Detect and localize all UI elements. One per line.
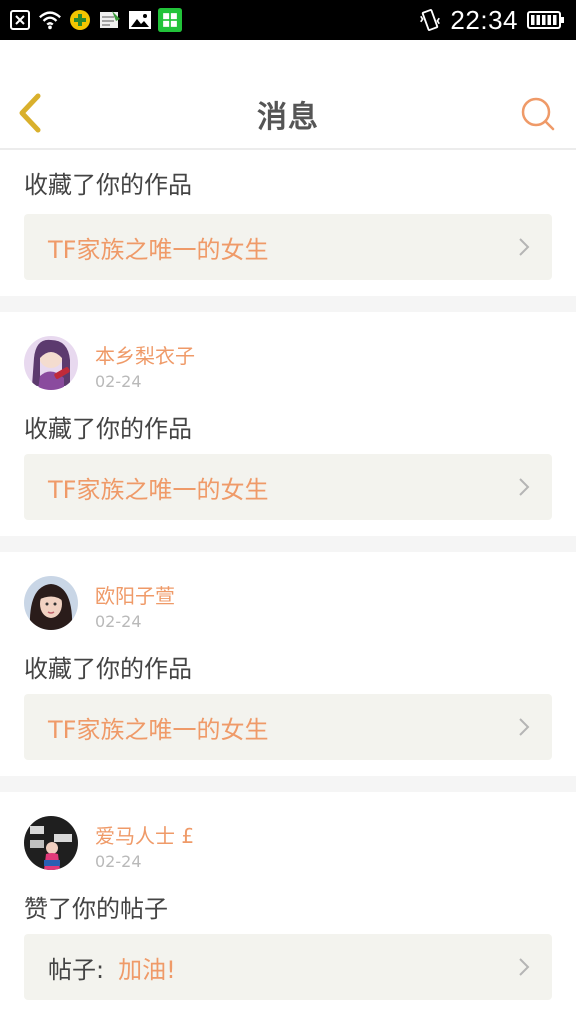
avatar[interactable]: [24, 816, 78, 870]
message-action: 赞了你的帖子: [24, 895, 168, 923]
chevron-right-icon: [519, 478, 530, 496]
battery-icon: [526, 8, 566, 32]
work-card[interactable]: TF家族之唯一的女生: [24, 214, 552, 280]
message-action: 收藏了你的作品: [24, 415, 192, 443]
separator: [0, 776, 576, 792]
message-user-row: 欧阳子萱 02-24: [0, 552, 576, 644]
plus-badge-icon: [68, 8, 92, 32]
post-title: 加油!: [118, 955, 176, 984]
search-icon: [521, 97, 555, 131]
grid-app-icon: [158, 8, 182, 32]
post-prefix-label: 帖子:: [48, 955, 105, 984]
message-date: 02-24: [95, 372, 142, 391]
avatar[interactable]: [24, 336, 78, 390]
message-user-row: 本乡梨衣子 02-24: [0, 312, 576, 404]
status-bar-system: 22:34: [418, 4, 566, 36]
message-list: 收藏了你的作品 TF家族之唯一的女生 本乡梨衣子 02-24 收藏了你的作品 T…: [0, 150, 576, 1000]
image-icon: [128, 8, 152, 32]
work-card[interactable]: TF家族之唯一的女生: [24, 454, 552, 520]
message-item: 爱马人士 £ 02-24 赞了你的帖子 帖子: 加油!: [0, 792, 576, 1000]
username[interactable]: 爱马人士 £: [95, 820, 194, 849]
chevron-right-icon: [519, 958, 530, 976]
status-bar: 22:34: [0, 0, 576, 40]
chevron-right-icon: [519, 238, 530, 256]
chevron-right-icon: [519, 718, 530, 736]
message-item: 本乡梨衣子 02-24 收藏了你的作品 TF家族之唯一的女生: [0, 312, 576, 536]
nav-header: 消息: [0, 40, 576, 150]
close-box-icon: [8, 8, 32, 32]
vibrate-icon: [418, 8, 442, 32]
separator: [0, 536, 576, 552]
message-item: 收藏了你的作品 TF家族之唯一的女生: [0, 150, 576, 296]
clock: 22:34: [450, 4, 518, 35]
wifi-icon: [38, 8, 62, 32]
message-date: 02-24: [95, 612, 142, 631]
message-date: 02-24: [95, 852, 142, 871]
page-title: 消息: [257, 100, 319, 135]
separator: [0, 296, 576, 312]
message-action: 收藏了你的作品: [24, 655, 192, 683]
username[interactable]: 本乡梨衣子: [95, 340, 195, 369]
work-title: TF家族之唯一的女生: [48, 715, 269, 744]
search-button[interactable]: [520, 96, 556, 132]
avatar[interactable]: [24, 576, 78, 630]
message-action: 收藏了你的作品: [24, 171, 192, 199]
message-item: 欧阳子萱 02-24 收藏了你的作品 TF家族之唯一的女生: [0, 552, 576, 776]
status-bar-notifications: [8, 6, 182, 34]
note-icon: [98, 8, 122, 32]
work-title: TF家族之唯一的女生: [48, 235, 269, 264]
message-user-row: 爱马人士 £ 02-24: [0, 792, 576, 884]
work-card[interactable]: TF家族之唯一的女生: [24, 694, 552, 760]
post-card[interactable]: 帖子: 加油!: [24, 934, 552, 1000]
work-title: TF家族之唯一的女生: [48, 475, 269, 504]
username[interactable]: 欧阳子萱: [95, 580, 175, 609]
